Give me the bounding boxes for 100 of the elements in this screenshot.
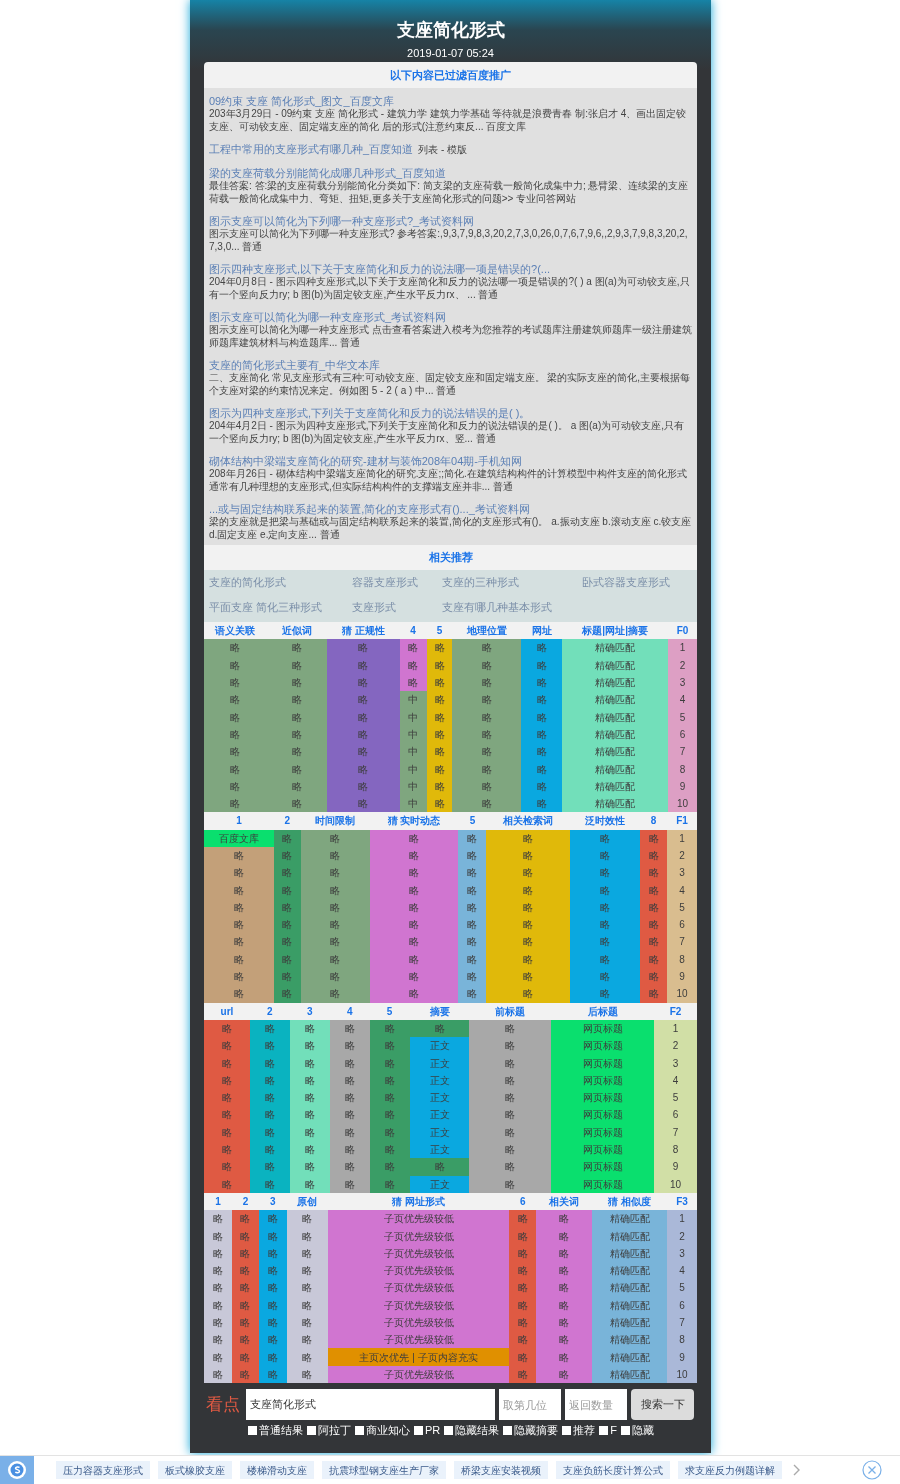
related-link[interactable]: 容器支座形式 — [351, 574, 442, 591]
table-cell: 略 — [369, 933, 459, 951]
table-cell: 略 — [300, 916, 370, 934]
tag-chip[interactable]: 支座负筋长度计算公式 — [556, 1461, 670, 1479]
related-link[interactable]: 支座有哪几种基本形式 — [441, 599, 583, 616]
related-link[interactable]: 支座的三种形式 — [441, 574, 583, 591]
logo-icon[interactable] — [0, 1455, 34, 1484]
table-cell: 略 — [249, 1158, 290, 1176]
checkbox[interactable] — [414, 1425, 423, 1435]
table-cell: 略 — [640, 985, 668, 1003]
related-link[interactable]: 支座形式 — [351, 599, 442, 616]
table-cell: 略 — [286, 1348, 328, 1366]
checkbox[interactable] — [599, 1425, 609, 1435]
tag-chip[interactable]: 压力容器支座形式 — [56, 1461, 150, 1479]
table-cell: 略 — [570, 933, 641, 951]
table-cell: 略 — [509, 1331, 537, 1349]
result-title[interactable]: 图示四种支座形式,以下关于支座简化和反力的说法哪一项是错误的?(... — [209, 263, 550, 275]
table-cell: 略 — [536, 1331, 593, 1349]
table-cell: 略 — [204, 691, 267, 709]
table-cell: 略 — [521, 743, 563, 761]
table-cell: 略 — [369, 1089, 410, 1107]
tag-chip[interactable]: 桥梁支座安装视频 — [454, 1461, 548, 1479]
checkbox-label: PR — [425, 1423, 441, 1439]
result-title[interactable]: 图示支座可以简化为哪一种支座形式_考试资料网 — [209, 311, 447, 323]
result-title[interactable]: 图示支座可以简化为下列哪一种支座形式?_考试资料网 — [209, 215, 475, 227]
tag-chip[interactable]: 楼梯滑动支座 — [240, 1461, 314, 1479]
table-cell: 略 — [369, 916, 459, 934]
checkbox[interactable] — [307, 1425, 316, 1435]
table-cell: 略 — [204, 1089, 250, 1107]
table-cell: 1 — [668, 639, 697, 657]
table-cell: 略 — [231, 1348, 259, 1366]
table-cell: 略 — [249, 1054, 290, 1072]
checkbox[interactable] — [355, 1425, 364, 1435]
table-cell: 略 — [486, 881, 571, 899]
column-header: 时间限制 — [300, 812, 370, 830]
related-link[interactable]: 平面支座 简化三种形式 — [209, 599, 352, 616]
table-cell: 精确匹配 — [562, 760, 669, 778]
tag-chip[interactable]: 板式橡胶支座 — [158, 1461, 232, 1479]
table-cell: 略 — [204, 1279, 232, 1297]
table-cell: 略 — [486, 864, 571, 882]
table-cell: 略 — [452, 743, 522, 761]
checkbox[interactable] — [621, 1425, 630, 1435]
result-tag: 列表 - 模版 — [418, 144, 467, 155]
result-title[interactable]: 砌体结构中梁端支座简化的研究-建材与装饰208年04期-手机知网 — [209, 455, 522, 467]
table-cell: 略 — [204, 1227, 232, 1245]
result-title[interactable]: 工程中常用的支座形式有哪几种_百度知道 — [209, 143, 414, 155]
table-cell: 7 — [667, 933, 697, 951]
table-cell: 略 — [204, 1106, 250, 1124]
table-cell: 精确匹配 — [592, 1331, 668, 1349]
result-title[interactable]: 梁的支座荷载分别能简化成哪几种形式_百度知道 — [209, 167, 447, 179]
search-button[interactable]: 搜索一下 — [631, 1389, 694, 1421]
related-heading: 相关推荐 — [204, 545, 697, 570]
table-cell: 略 — [369, 1054, 410, 1072]
checkbox[interactable] — [503, 1425, 513, 1435]
table-cell: 网页标题 — [551, 1054, 655, 1072]
result-title[interactable]: ...或与固定结构联系起来的装置,简化的支座形式有()..._考试资料网 — [209, 503, 530, 515]
checkbox[interactable] — [444, 1425, 454, 1435]
table-cell: 子页优先级较低 — [327, 1210, 510, 1228]
table-cell: 略 — [469, 1106, 552, 1124]
related-link[interactable]: 支座的简化形式 — [209, 574, 352, 591]
column-header: 网址 — [521, 622, 563, 640]
table-cell: 5 — [667, 1279, 697, 1297]
table-cell: 略 — [266, 691, 327, 709]
tag-chip[interactable]: 求支座反力例题详解 — [678, 1461, 782, 1479]
table-cell: 略 — [458, 881, 487, 899]
checkbox-label: 推荐 — [573, 1423, 596, 1439]
table-cell: 精确匹配 — [592, 1227, 668, 1245]
result-title[interactable]: 09约束 支座 简化形式_图文_百度文库 — [209, 95, 394, 107]
table-cell: 略 — [326, 639, 400, 657]
table-cell: 9 — [667, 1348, 697, 1366]
checkbox[interactable] — [248, 1425, 257, 1435]
table-cell: 略 — [329, 1106, 370, 1124]
result-snippet: 最佳答案: 答:梁的支座荷载分别能简化分类如下: 简支梁的支座荷载一般简化成集中力; 悬臂梁、连续梁的支座荷载一般简化成集中力、弯矩、扭矩,更多关于支座简化形式的问题>> 专业问答网站 — [209, 180, 690, 205]
number-field[interactable]: 取第几位 — [499, 1389, 561, 1421]
table-cell: 略 — [204, 1158, 250, 1176]
number-field[interactable]: 返回数量 — [565, 1389, 627, 1421]
table-cell: 略 — [289, 1054, 330, 1072]
related-link[interactable]: 卧式容器支座形式 — [582, 574, 692, 591]
table-cell: 略 — [286, 1331, 328, 1349]
table-cell: 略 — [426, 743, 453, 761]
table-cell: 略 — [204, 933, 274, 951]
table-cell: 略 — [326, 743, 400, 761]
table-cell: 略 — [640, 881, 668, 899]
search-field[interactable]: 支座简化形式 — [246, 1389, 495, 1421]
table-cell: 略 — [570, 985, 641, 1003]
result-title[interactable]: 图示为四种支座形式,下列关于支座简化和反力的说法错误的是( )。 — [209, 407, 531, 419]
table-cell: 略 — [452, 691, 522, 709]
table-cell: 略 — [258, 1331, 287, 1349]
tag-chip[interactable]: 抗震球型钢支座生产厂家 — [322, 1461, 446, 1479]
checkbox[interactable] — [562, 1425, 572, 1435]
table-cell: 略 — [640, 864, 668, 882]
table-cell: 略 — [570, 864, 641, 882]
result-title[interactable]: 支座的简化形式主要有_中华文本库 — [209, 359, 381, 371]
table-cell: 略 — [204, 639, 267, 657]
table-cell: 略 — [536, 1210, 593, 1228]
table-cell: 略 — [521, 691, 563, 709]
table-cell: 6 — [667, 916, 697, 934]
table-cell: 略 — [300, 933, 370, 951]
table-cell: 略 — [570, 881, 641, 899]
table-cell: 略 — [300, 864, 370, 882]
